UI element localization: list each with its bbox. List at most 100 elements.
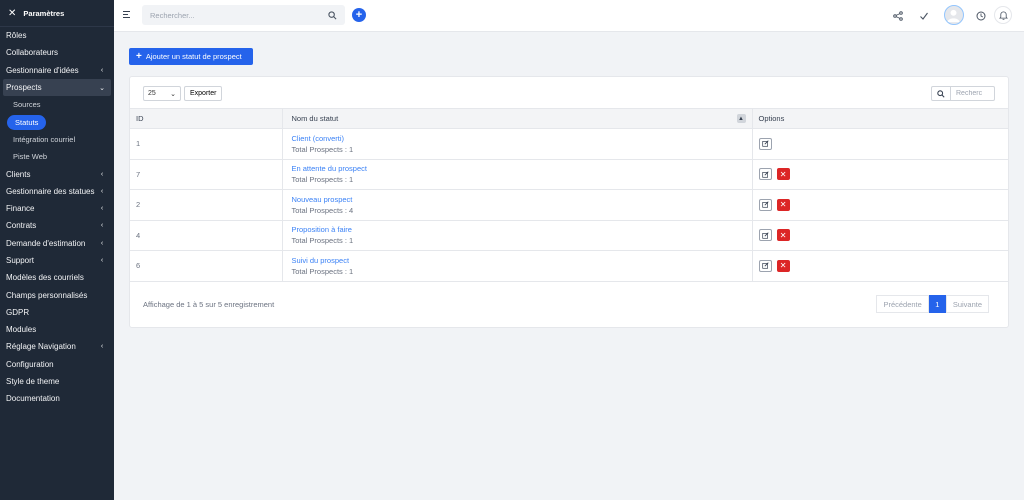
edit-button[interactable] [758, 137, 772, 150]
status-total: Total Prospects : 4 [291, 205, 354, 215]
chevron-left-icon: ‹ [100, 66, 104, 74]
edit-icon [761, 201, 769, 208]
chevron-down-icon: ⌄ [170, 90, 176, 98]
cell-options: ✕ [752, 220, 1008, 251]
pagination-previous-button[interactable]: Précédente [876, 295, 929, 313]
sidebar-item-modeles-courriels[interactable]: Modèles des courriels [0, 269, 114, 286]
status-name-link[interactable]: Proposition à faire [292, 225, 746, 234]
close-icon: ✕ [779, 261, 787, 271]
status-name-link[interactable]: Nouveau prospect [292, 195, 746, 204]
status-total: Total Prospects : 1 [291, 266, 354, 276]
sidebar-item-sources[interactable]: Sources [0, 96, 114, 113]
delete-button[interactable]: ✕ [776, 168, 790, 181]
table-toolbar: 25 ⌄ Exporter [143, 86, 223, 101]
sidebar-item-style-theme[interactable]: Style de theme [0, 373, 114, 390]
sidebar-item-reglage-navigation[interactable]: Réglage Navigation ‹ [0, 338, 114, 355]
sidebar-item-piste-web[interactable]: Piste Web [0, 148, 114, 165]
column-header-status-name[interactable]: Nom du statut ▲ [281, 108, 753, 129]
delete-button[interactable]: ✕ [776, 198, 790, 211]
search-icon[interactable] [328, 10, 337, 20]
status-name-link[interactable]: Client (converti) [292, 134, 746, 143]
column-header-id[interactable]: ID [130, 108, 282, 129]
status-name-link[interactable]: En attente du prospect [292, 164, 746, 173]
sidebar-item-integration-courriel[interactable]: Intégration courriel [0, 131, 114, 148]
close-icon: ✕ [779, 169, 787, 179]
sidebar-item-champs-personnalises[interactable]: Champs personnalisés [0, 286, 114, 303]
cell-options: ✕ [752, 159, 1008, 190]
quick-add-button[interactable]: + [352, 8, 366, 22]
global-search-input[interactable] [150, 10, 328, 20]
edit-button[interactable] [758, 168, 772, 181]
edit-button[interactable] [758, 229, 772, 242]
chevron-left-icon: ‹ [100, 170, 104, 178]
global-search [142, 5, 345, 25]
add-prospect-status-button[interactable]: + Ajouter un statut de prospect [129, 48, 253, 65]
table-search-input[interactable] [951, 86, 995, 101]
sidebar-item-gestionnaire-idees[interactable]: Gestionnaire d'idées ‹ [0, 62, 114, 79]
cell-status-name: Client (converti) Total Prospects : 1 [281, 128, 753, 160]
sidebar-item-gestionnaire-statues[interactable]: Gestionnaire des statues ‹ [0, 183, 114, 200]
sidebar-header: ✕ Paramètres [0, 0, 114, 27]
search-icon[interactable] [931, 86, 951, 101]
sidebar-item-finance[interactable]: Finance ‹ [0, 200, 114, 217]
status-name-link[interactable]: Suivi du prospect [292, 256, 746, 265]
pagination-page-1[interactable]: 1 [928, 295, 946, 313]
table-search [931, 86, 995, 101]
clock-icon[interactable] [974, 9, 988, 23]
cell-status-name: Nouveau prospect Total Prospects : 4 [281, 189, 753, 221]
share-icon[interactable] [891, 9, 905, 23]
sidebar-item-statuts[interactable]: Statuts [0, 113, 114, 130]
pagination: Précédente 1 Suivante [876, 295, 989, 313]
edit-button[interactable] [758, 259, 772, 272]
notifications-button[interactable] [994, 6, 1012, 24]
sidebar-item-configuration[interactable]: Configuration [0, 356, 114, 373]
column-header-options: Options [752, 108, 1008, 129]
cell-id: 4 [130, 220, 282, 251]
close-icon: ✕ [779, 230, 787, 240]
table-info: Affichage de 1 à 5 sur 5 enregistrement [143, 300, 275, 309]
cell-status-name: Proposition à faire Total Prospects : 1 [281, 220, 753, 251]
delete-button[interactable]: ✕ [776, 259, 790, 272]
sidebar-item-clients[interactable]: Clients ‹ [0, 165, 114, 182]
sidebar-title: Paramètres [23, 8, 65, 18]
sidebar-item-support[interactable]: Support ‹ [0, 252, 114, 269]
cell-id: 1 [130, 128, 282, 160]
cell-id: 6 [130, 250, 282, 282]
status-total: Total Prospects : 1 [291, 175, 354, 185]
chevron-down-icon: ⌄ [99, 84, 105, 92]
table-row: 7 En attente du prospect Total Prospects … [130, 159, 1008, 190]
table-row: 2 Nouveau prospect Total Prospects : 4 ✕ [130, 189, 1008, 221]
sort-icon[interactable]: ▲ [736, 114, 746, 123]
page-size-select[interactable]: 25 ⌄ [143, 86, 181, 101]
sidebar-item-contrats[interactable]: Contrats ‹ [0, 217, 114, 234]
user-avatar[interactable] [944, 5, 964, 25]
cell-id: 2 [130, 189, 282, 221]
sidebar-item-gdpr[interactable]: GDPR [0, 304, 114, 321]
pagination-next-button[interactable]: Suivante [945, 295, 989, 313]
menu-toggle-icon[interactable] [123, 11, 130, 20]
table-row: 6 Suivi du prospect Total Prospects : 1 ✕ [130, 250, 1008, 282]
chevron-left-icon: ‹ [100, 187, 104, 195]
bell-icon [998, 11, 1008, 20]
edit-button[interactable] [758, 198, 772, 211]
sidebar-item-demande-estimation[interactable]: Demande d'estimation ‹ [0, 235, 114, 252]
sidebar-item-prospects[interactable]: Prospects ⌄ [3, 78, 111, 97]
sidebar-item-documentation[interactable]: Documentation [0, 390, 114, 407]
sidebar-item-modules[interactable]: Modules [0, 321, 114, 338]
sidebar-item-collaborateurs[interactable]: Collaborateurs [0, 44, 114, 61]
table-row: 4 Proposition à faire Total Prospects : 1… [130, 220, 1008, 251]
checkmark-icon[interactable] [917, 9, 931, 23]
close-icon: ✕ [779, 200, 787, 210]
sidebar-item-roles[interactable]: Rôles [0, 27, 114, 44]
close-icon[interactable]: ✕ [8, 8, 16, 19]
export-button[interactable]: Exporter [184, 86, 223, 101]
edit-icon [761, 232, 769, 239]
table-header-row: ID Nom du statut ▲ Options [130, 108, 1008, 129]
cell-options: ✕ [752, 189, 1008, 221]
chevron-left-icon: ‹ [100, 205, 104, 213]
delete-button[interactable]: ✕ [776, 229, 790, 242]
chevron-left-icon: ‹ [100, 257, 104, 264]
plus-icon: + [136, 51, 142, 62]
cell-options: ✕ [752, 250, 1008, 282]
cell-id: 7 [130, 159, 282, 190]
